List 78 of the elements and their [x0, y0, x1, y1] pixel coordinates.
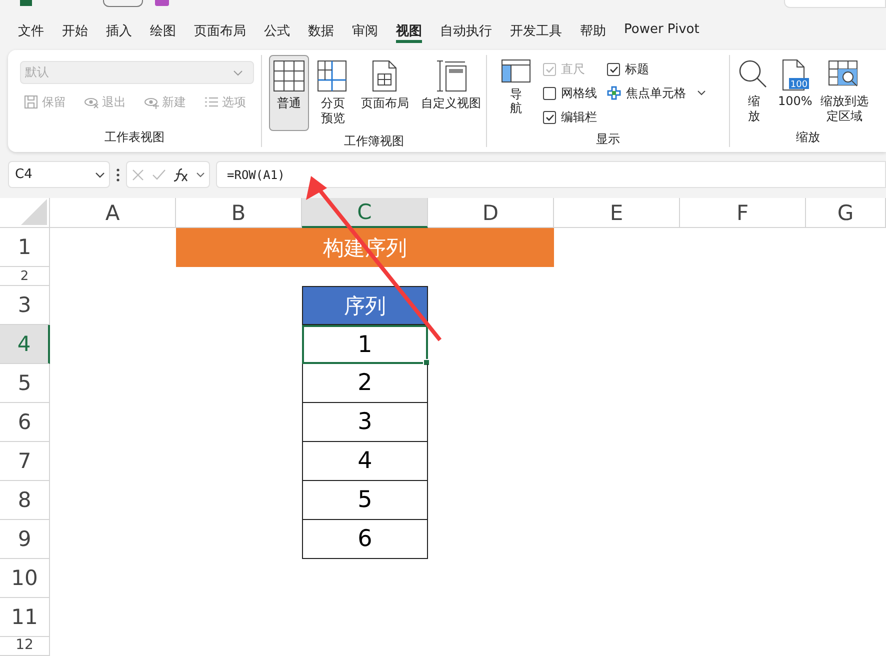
caret-icon [95, 172, 105, 178]
row-header[interactable]: 7 [0, 442, 50, 481]
checkbox[interactable]: 网格线 [543, 81, 597, 105]
pane-icon [501, 59, 531, 83]
column-header[interactable]: E [554, 198, 680, 228]
fill-handle[interactable] [423, 359, 430, 366]
row-header[interactable]: 10 [0, 559, 50, 598]
navigation-button[interactable]: 导航 [499, 57, 533, 118]
menu-tab[interactable]: 审阅 [352, 19, 378, 43]
checkbox[interactable]: 编辑栏 [543, 105, 597, 129]
caret-icon [233, 70, 243, 76]
group-label: 工作表视图 [104, 129, 164, 146]
name-box[interactable]: C4 [8, 161, 110, 188]
zoom-button[interactable]: 100 100% [776, 57, 814, 111]
function-icon [173, 166, 190, 182]
checkmark-icon [608, 65, 618, 73]
caret-icon [196, 172, 206, 178]
table-cell[interactable]: 1 [302, 325, 428, 364]
grid-icon [273, 60, 305, 92]
eye-icon [144, 95, 159, 110]
row-header[interactable]: 1 [0, 228, 50, 267]
search-field[interactable] [784, 0, 886, 8]
table-cell[interactable]: 6 [302, 520, 428, 559]
menu-tab[interactable]: 页面布局 [194, 19, 246, 43]
menu-tab[interactable]: 插入 [106, 19, 132, 43]
column-header[interactable]: A [50, 198, 176, 228]
table-cell[interactable]: 5 [302, 481, 428, 520]
focus-cell-button[interactable]: 焦点单元格 [607, 81, 706, 105]
menu-tab[interactable]: 开始 [62, 19, 88, 43]
column-header[interactable]: C [302, 198, 428, 228]
menu-tab[interactable]: 绘图 [150, 19, 176, 43]
table-cell[interactable]: 4 [302, 442, 428, 481]
cancel-icon [130, 168, 145, 182]
menu-tab[interactable]: 帮助 [580, 19, 606, 43]
row-header[interactable]: 12 [0, 637, 50, 656]
group-label: 显示 [596, 131, 620, 148]
toggle-icon[interactable] [103, 0, 143, 7]
view-button[interactable]: 页面布局 [357, 55, 413, 131]
save-icon [24, 95, 39, 110]
header-cell[interactable]: 序列 [302, 286, 428, 325]
checkmark-icon [544, 65, 554, 73]
custom-view-icon [435, 60, 467, 92]
row-header[interactable]: 6 [0, 403, 50, 442]
app-icon[interactable] [20, 0, 32, 6]
app-icon[interactable] [155, 0, 169, 6]
view-button[interactable]: 自定义视图 [417, 55, 485, 131]
menu-tab[interactable]: 自动执行 [440, 19, 492, 43]
row-header[interactable]: 8 [0, 481, 50, 520]
menu-tab[interactable]: 公式 [264, 19, 290, 43]
table-cell[interactable]: 3 [302, 403, 428, 442]
view-button[interactable]: 普通 [269, 55, 309, 131]
zoom-button[interactable]: 缩放到选定区域 [818, 57, 870, 126]
zoom-button[interactable]: 缩放 [736, 57, 772, 126]
view-button[interactable]: 分页预览 [313, 55, 353, 131]
menu-tab[interactable]: Power Pivot [624, 19, 700, 43]
group-label: 缩放 [796, 129, 820, 146]
checkbox[interactable]: 标题 [607, 57, 706, 81]
more-icon [116, 166, 120, 182]
menu-tab[interactable]: 视图 [396, 19, 422, 43]
table-cell[interactable]: 2 [302, 364, 428, 403]
cross-icon [607, 86, 621, 100]
menu-tab[interactable]: 数据 [308, 19, 334, 43]
page-break-icon [317, 60, 349, 92]
caret-icon [697, 90, 706, 96]
check-icon [152, 168, 166, 181]
column-header[interactable]: F [680, 198, 806, 228]
row-header[interactable]: 2 [0, 267, 50, 286]
checkmark-icon [544, 113, 554, 121]
group-label: 工作簿视图 [344, 133, 404, 150]
formula-field[interactable]: =ROW(A1) [216, 161, 886, 188]
row-header[interactable]: 9 [0, 520, 50, 559]
row-header[interactable]: 11 [0, 598, 50, 637]
column-header[interactable]: G [806, 198, 886, 228]
eye-icon [84, 95, 99, 110]
row-header[interactable]: 4 [0, 325, 50, 364]
menu-tab[interactable]: 文件 [18, 19, 44, 43]
menu-tab[interactable]: 开发工具 [510, 19, 562, 43]
row-header[interactable]: 5 [0, 364, 50, 403]
